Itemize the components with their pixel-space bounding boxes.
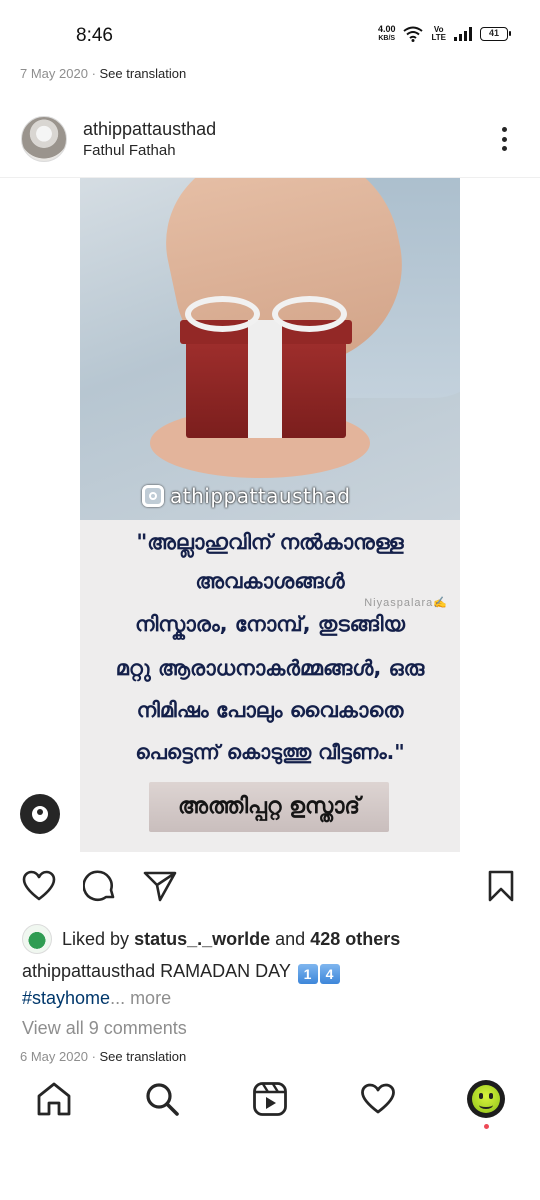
instagram-icon bbox=[142, 485, 164, 507]
post-date-top: 7 May 2020 bbox=[20, 66, 88, 81]
post-header: athippattausthad Fathul Fathah bbox=[0, 110, 540, 176]
post-location[interactable]: Fathul Fathah bbox=[83, 142, 176, 159]
network-speed-unit: KB/S bbox=[378, 35, 396, 42]
activity-icon[interactable] bbox=[354, 1075, 402, 1123]
volte-indicator: Vo LTE bbox=[431, 26, 446, 42]
more-dot bbox=[501, 136, 507, 142]
quote-credit: Niyaspalara✍️ bbox=[364, 597, 448, 609]
separator-dot: · bbox=[91, 1049, 100, 1064]
caption-text: RAMADAN DAY bbox=[160, 961, 291, 981]
status-indicators: 4.00 KB/S Vo LTE 41 bbox=[378, 25, 511, 43]
liked-by-and: and bbox=[275, 928, 306, 949]
profile-tab[interactable] bbox=[462, 1075, 510, 1123]
heart-icon[interactable] bbox=[19, 866, 59, 906]
quote-line: അവകാശങ്ങൾ bbox=[195, 569, 345, 593]
home-icon[interactable] bbox=[30, 1075, 78, 1123]
liked-by-row[interactable]: Liked by status_._worlde and 428 others bbox=[22, 924, 400, 954]
quote-line: "അല്ലാഹുവിന് നൽകാനുള്ള bbox=[136, 530, 404, 554]
gift-photo: athippattausthad bbox=[80, 178, 460, 520]
more-dot bbox=[501, 146, 507, 151]
quote-area: "അല്ലാഹുവിന് നൽകാനുള്ള അവകാശങ്ങൾ Niyaspa… bbox=[80, 520, 460, 852]
profile-avatar bbox=[467, 1080, 505, 1118]
gift-bow-left bbox=[185, 296, 260, 332]
liked-by-prefix: Liked by bbox=[62, 928, 130, 949]
post-date-line: 6 May 2020 · See translation bbox=[20, 1049, 186, 1064]
comment-icon[interactable] bbox=[80, 866, 120, 906]
view-comments-link[interactable]: View all 9 comments bbox=[22, 1018, 187, 1039]
quote-line: മറ്റു ആരാധനാകർമ്മങ്ങൾ, ഒരു bbox=[115, 656, 425, 680]
post-username[interactable]: athippattausthad bbox=[83, 119, 216, 140]
see-translation-link[interactable]: See translation bbox=[100, 1049, 187, 1064]
post-date: 6 May 2020 bbox=[20, 1049, 88, 1064]
hashtag-link[interactable]: #stayhome bbox=[22, 988, 110, 1008]
liked-by-others[interactable]: 428 others bbox=[310, 929, 400, 949]
gift-bow-right bbox=[272, 296, 347, 332]
bookmark-icon[interactable] bbox=[481, 866, 521, 906]
liked-by-user[interactable]: status_._worlde bbox=[134, 929, 270, 949]
quote-author: അത്തിപ്പറ്റ ഉസ്താദ് bbox=[149, 782, 389, 832]
reels-icon[interactable] bbox=[246, 1075, 294, 1123]
liker-avatar[interactable] bbox=[22, 924, 52, 954]
bottom-nav bbox=[0, 1075, 540, 1123]
share-icon[interactable] bbox=[140, 866, 180, 906]
caption-username[interactable]: athippattausthad bbox=[22, 961, 155, 981]
liked-by-text: Liked by status_._worlde and 428 others bbox=[62, 929, 400, 950]
tag-people-glyph bbox=[32, 806, 48, 822]
keycap-one-emoji: 1 bbox=[297, 964, 318, 984]
notification-dot bbox=[484, 1124, 489, 1129]
caption-more-link[interactable]: ... more bbox=[110, 988, 171, 1008]
tag-people-icon[interactable] bbox=[20, 794, 60, 834]
post-actions bbox=[0, 866, 540, 906]
search-icon[interactable] bbox=[138, 1075, 186, 1123]
author-avatar[interactable] bbox=[21, 116, 67, 162]
more-options-icon[interactable] bbox=[494, 124, 514, 154]
network-speed: 4.00 KB/S bbox=[378, 25, 396, 43]
status-time: 8:46 bbox=[76, 25, 113, 46]
watermark-handle: athippattausthad bbox=[142, 484, 350, 508]
post-date-top-line: 7 May 2020 · See translation bbox=[20, 66, 186, 81]
post-caption: athippattausthad RAMADAN DAY 14 bbox=[22, 961, 522, 984]
network-speed-value: 4.00 bbox=[377, 24, 396, 34]
volte-bottom: LTE bbox=[431, 33, 446, 42]
caption-second-line: #stayhome... more bbox=[22, 988, 171, 1009]
battery-icon: 41 bbox=[480, 27, 511, 41]
more-dot bbox=[501, 127, 507, 132]
keycap-four-emoji: 4 bbox=[319, 964, 340, 984]
post-image[interactable]: athippattausthad "അല്ലാഹുവിന് നൽകാനുള്ള … bbox=[80, 178, 460, 852]
signal-icon bbox=[454, 27, 472, 41]
status-bar: 8:46 4.00 KB/S Vo LTE 41 bbox=[0, 0, 540, 64]
separator-dot: · bbox=[91, 66, 100, 81]
wifi-icon bbox=[403, 26, 424, 42]
watermark-text: athippattausthad bbox=[170, 484, 351, 508]
quote-line: പെട്ടെന്ന് കൊടുത്തു വീട്ടണം." bbox=[135, 740, 405, 764]
quote-line: നിമിഷം പോലും വൈകാതെ bbox=[136, 698, 404, 722]
quote-line: നിസ്കാരം, നോമ്പ്, തുടങ്ങിയ bbox=[135, 612, 405, 636]
see-translation-top-link[interactable]: See translation bbox=[100, 66, 187, 81]
smiley-icon bbox=[472, 1085, 500, 1113]
gift-ribbon bbox=[248, 320, 282, 438]
